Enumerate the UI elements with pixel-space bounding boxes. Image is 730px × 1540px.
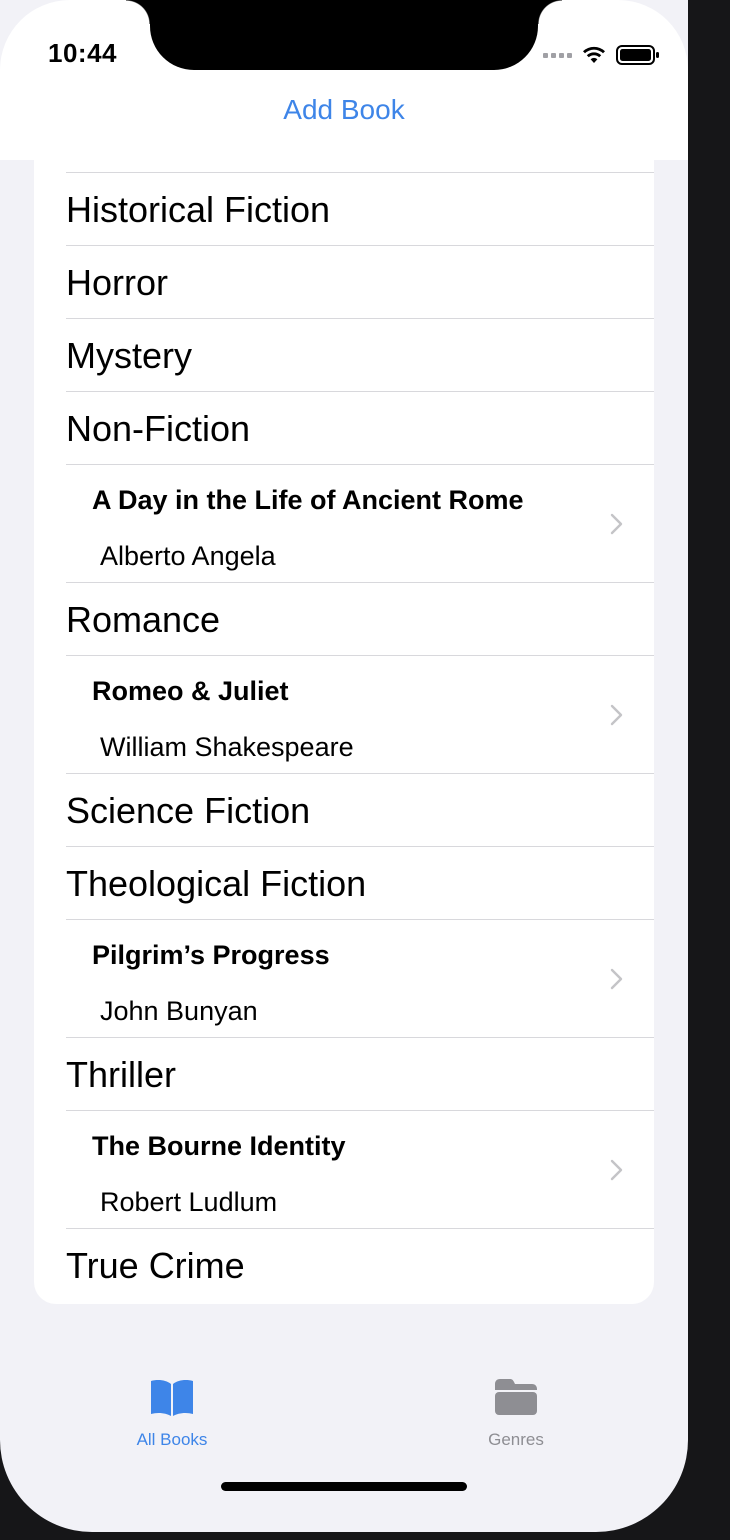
genre-label: Science Fiction <box>66 790 311 831</box>
genre-row: True Crime <box>66 1229 654 1302</box>
genre-row: Historical Fiction <box>66 173 654 246</box>
home-indicator[interactable] <box>221 1482 467 1491</box>
tab-label: All Books <box>136 1430 208 1449</box>
book-title: Romeo & Juliet <box>92 676 289 706</box>
add-book-button[interactable]: Add Book <box>0 94 688 126</box>
book-author: Alberto Angela <box>100 541 276 571</box>
screen: 10:44 Add Book Fictio <box>0 0 688 1532</box>
status-indicators <box>543 44 660 66</box>
book-author: Robert Ludlum <box>100 1187 278 1217</box>
genre-row: Science Fiction <box>66 774 654 847</box>
folder-icon <box>495 1379 537 1415</box>
tab-all-books[interactable]: All Books <box>82 1378 262 1450</box>
book-title: A Day in the Life of Ancient Rome <box>92 485 524 515</box>
book-author: William Shakespeare <box>100 732 354 762</box>
status-time: 10:44 <box>48 38 117 68</box>
tab-bar: All Books Genres <box>0 1360 688 1460</box>
books-by-genre-list[interactable]: Fiction Historical Fiction Horror Myster… <box>34 150 654 1304</box>
genre-row: Horror <box>66 246 654 319</box>
chevron-right-icon <box>610 704 623 726</box>
genre-label: Mystery <box>66 335 192 376</box>
battery-icon <box>616 45 659 65</box>
notch <box>126 0 562 70</box>
book-row[interactable]: Romeo & Juliet William Shakespeare <box>66 656 654 774</box>
genre-row: Romance <box>66 583 654 656</box>
genre-row: Thriller <box>66 1038 654 1111</box>
genre-label: Theological Fiction <box>66 863 367 904</box>
genre-row: Mystery <box>66 319 654 392</box>
book-row[interactable]: Pilgrim’s Progress John Bunyan <box>66 920 654 1038</box>
genre-label: Historical Fiction <box>66 189 331 230</box>
device-frame: 10:44 Add Book Fictio <box>0 0 730 1540</box>
chevron-right-icon <box>610 1159 623 1181</box>
genre-label: Fiction <box>66 150 172 158</box>
genre-row-partial: Fiction <box>66 150 654 173</box>
tab-label: Genres <box>488 1430 544 1449</box>
genre-label: Horror <box>66 262 169 303</box>
genre-label: Romance <box>66 599 221 640</box>
wifi-icon <box>583 46 605 63</box>
book-title: The Bourne Identity <box>92 1131 346 1161</box>
list-content: Fiction Historical Fiction Horror Myster… <box>34 150 654 1302</box>
chevron-right-icon <box>610 968 623 990</box>
book-row[interactable]: The Bourne Identity Robert Ludlum <box>66 1111 654 1229</box>
navigation-bar: Add Book <box>0 80 688 150</box>
book-row[interactable]: A Day in the Life of Ancient Rome Albert… <box>66 465 654 583</box>
genre-label: Thriller <box>66 1054 177 1095</box>
book-icon <box>151 1380 193 1416</box>
genre-row: Non-Fiction <box>66 392 654 465</box>
genre-label: Non-Fiction <box>66 408 251 449</box>
chevron-right-icon <box>610 513 623 535</box>
genre-row: Theological Fiction <box>66 847 654 920</box>
genre-label: True Crime <box>66 1245 245 1286</box>
cellular-signal-icon <box>543 52 572 58</box>
book-author: John Bunyan <box>100 996 258 1026</box>
tab-genres[interactable]: Genres <box>426 1378 606 1450</box>
book-title: Pilgrim’s Progress <box>92 940 330 970</box>
